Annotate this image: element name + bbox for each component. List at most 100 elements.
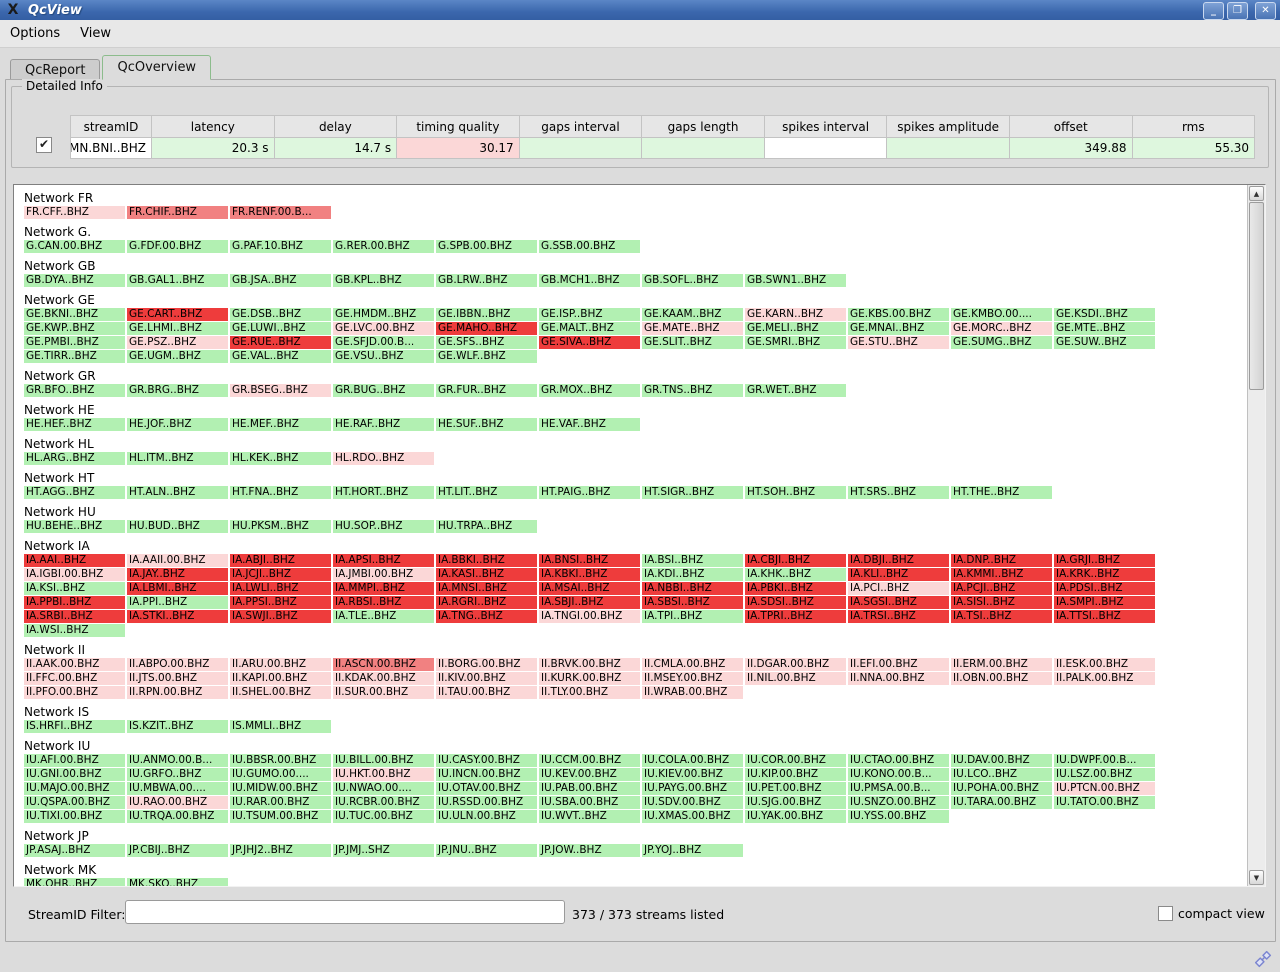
- stream-cell[interactable]: IA.SWJI..BHZ: [230, 610, 331, 623]
- stream-cell[interactable]: IU.HKT.00.BHZ: [333, 768, 434, 781]
- stream-cell[interactable]: IA.JAY..BHZ: [127, 568, 228, 581]
- stream-cell[interactable]: GE.SFJD.00.B...: [333, 336, 434, 349]
- stream-cell[interactable]: IA.KLI..BHZ: [848, 568, 949, 581]
- compact-view-checkbox[interactable]: [1158, 906, 1173, 921]
- stream-cell[interactable]: IU.COR.00.BHZ: [745, 754, 846, 767]
- title-bar[interactable]: X QcView _ ❐ ✕: [0, 0, 1280, 20]
- stream-cell[interactable]: FR.CFF..BHZ: [24, 206, 125, 219]
- stream-cell[interactable]: IU.LSZ.00.BHZ: [1054, 768, 1155, 781]
- stream-cell[interactable]: IU.DWPF.00.B...: [1054, 754, 1155, 767]
- stream-cell[interactable]: HU.BEHE..BHZ: [24, 520, 125, 533]
- stream-cell[interactable]: IU.TIXI.00.BHZ: [24, 810, 125, 823]
- stream-cell[interactable]: IU.XMAS.00.BHZ: [642, 810, 743, 823]
- stream-cell[interactable]: GE.TIRR..BHZ: [24, 350, 125, 363]
- stream-cell[interactable]: II.AAK.00.BHZ: [24, 658, 125, 671]
- stream-cell[interactable]: HL.ARG..BHZ: [24, 452, 125, 465]
- stream-cell[interactable]: IU.ULN.00.BHZ: [436, 810, 537, 823]
- stream-cell[interactable]: IA.KRK..BHZ: [1054, 568, 1155, 581]
- stream-cell[interactable]: II.CMLA.00.BHZ: [642, 658, 743, 671]
- stream-cell[interactable]: GR.BFO..BHZ: [24, 384, 125, 397]
- stream-cell[interactable]: GE.KMBO.00....: [951, 308, 1052, 321]
- stream-cell[interactable]: IA.LBMI..BHZ: [127, 582, 228, 595]
- stream-cell[interactable]: GE.MNAI..BHZ: [848, 322, 949, 335]
- stream-cell[interactable]: HL.ITM..BHZ: [127, 452, 228, 465]
- stream-cell[interactable]: II.NIL.00.BHZ: [745, 672, 846, 685]
- stream-cell[interactable]: IA.KASI..BHZ: [436, 568, 537, 581]
- stream-cell[interactable]: JP.JOW..BHZ: [539, 844, 640, 857]
- stream-cell[interactable]: GE.IBBN..BHZ: [436, 308, 537, 321]
- stream-cell[interactable]: IU.MBWA.00....: [127, 782, 228, 795]
- stream-cell[interactable]: II.BORG.00.BHZ: [436, 658, 537, 671]
- stream-cell[interactable]: IU.SNZO.00.BHZ: [848, 796, 949, 809]
- stream-cell[interactable]: HU.BUD..BHZ: [127, 520, 228, 533]
- stream-cell[interactable]: GE.VSU..BHZ: [333, 350, 434, 363]
- stream-cell[interactable]: FR.RENF.00.B...: [230, 206, 331, 219]
- stream-cell[interactable]: HE.HEF..BHZ: [24, 418, 125, 431]
- stream-cell[interactable]: IU.COLA.00.BHZ: [642, 754, 743, 767]
- stream-cell[interactable]: IU.MAJO.00.BHZ: [24, 782, 125, 795]
- stream-cell[interactable]: HE.VAF..BHZ: [539, 418, 640, 431]
- stream-cell[interactable]: IA.BSI..BHZ: [642, 554, 743, 567]
- stream-cell[interactable]: MK.OHR..BHZ: [24, 878, 125, 886]
- stream-cell[interactable]: GE.UGM..BHZ: [127, 350, 228, 363]
- stream-cell[interactable]: GB.SOFL..BHZ: [642, 274, 743, 287]
- stream-cell[interactable]: IU.TSUM.00.BHZ: [230, 810, 331, 823]
- stream-cell[interactable]: GE.MORC..BHZ: [951, 322, 1052, 335]
- stream-cell[interactable]: IU.INCN.00.BHZ: [436, 768, 537, 781]
- stream-cell[interactable]: IA.MMPI..BHZ: [333, 582, 434, 595]
- stream-cell[interactable]: IU.PET.00.BHZ: [745, 782, 846, 795]
- stream-cell[interactable]: G.SPB.00.BHZ: [436, 240, 537, 253]
- stream-cell[interactable]: IA.PCJI..BHZ: [951, 582, 1052, 595]
- stream-cell[interactable]: II.SHEL.00.BHZ: [230, 686, 331, 699]
- stream-cell[interactable]: IA.TLE..BHZ: [333, 610, 434, 623]
- stream-cell[interactable]: GR.BRG..BHZ: [127, 384, 228, 397]
- stream-cell[interactable]: GE.DSB..BHZ: [230, 308, 331, 321]
- stream-cell[interactable]: G.CAN.00.BHZ: [24, 240, 125, 253]
- stream-cell[interactable]: IU.YSS.00.BHZ: [848, 810, 949, 823]
- stream-cell[interactable]: IA.JCJI..BHZ: [230, 568, 331, 581]
- menu-options[interactable]: Options: [0, 20, 70, 47]
- stream-cell[interactable]: IU.BILL.00.BHZ: [333, 754, 434, 767]
- stream-cell[interactable]: II.PFO.00.BHZ: [24, 686, 125, 699]
- stream-cell[interactable]: II.ERM.00.BHZ: [951, 658, 1052, 671]
- stream-cell[interactable]: IA.MNSI..BHZ: [436, 582, 537, 595]
- stream-cell[interactable]: JP.JMJ..SHZ: [333, 844, 434, 857]
- stream-cell[interactable]: IA.RBSI..BHZ: [333, 596, 434, 609]
- stream-cell[interactable]: IS.HRFI..BHZ: [24, 720, 125, 733]
- stream-cell[interactable]: HL.KEK..BHZ: [230, 452, 331, 465]
- stream-cell[interactable]: HE.JOF..BHZ: [127, 418, 228, 431]
- stream-cell[interactable]: IU.WVT..BHZ: [539, 810, 640, 823]
- stream-cell[interactable]: II.OBN.00.BHZ: [951, 672, 1052, 685]
- stream-cell[interactable]: GE.LUWI..BHZ: [230, 322, 331, 335]
- stream-cell[interactable]: IA.SBJI..BHZ: [539, 596, 640, 609]
- stream-cell[interactable]: GR.WET..BHZ: [745, 384, 846, 397]
- stream-cell[interactable]: HT.ALN..BHZ: [127, 486, 228, 499]
- stream-cell[interactable]: IA.KMMI..BHZ: [951, 568, 1052, 581]
- stream-cell[interactable]: JP.YOJ..BHZ: [642, 844, 743, 857]
- stream-cell[interactable]: II.BRVK.00.BHZ: [539, 658, 640, 671]
- minimize-button[interactable]: _: [1203, 2, 1224, 20]
- stream-cell[interactable]: IU.SJG.00.BHZ: [745, 796, 846, 809]
- stream-cell[interactable]: GR.TNS..BHZ: [642, 384, 743, 397]
- stream-cell[interactable]: IA.LWLI..BHZ: [230, 582, 331, 595]
- stream-cell[interactable]: IU.GUMO.00....: [230, 768, 331, 781]
- stream-cell[interactable]: IU.CCM.00.BHZ: [539, 754, 640, 767]
- stream-cell[interactable]: II.TLY.00.BHZ: [539, 686, 640, 699]
- stream-cell[interactable]: IA.PCI..BHZ: [848, 582, 949, 595]
- stream-cell[interactable]: GB.SWN1..BHZ: [745, 274, 846, 287]
- stream-cell[interactable]: IA.GRJI..BHZ: [1054, 554, 1155, 567]
- stream-cell[interactable]: GE.KSDI..BHZ: [1054, 308, 1155, 321]
- stream-cell[interactable]: GE.BKNI..BHZ: [24, 308, 125, 321]
- stream-cell[interactable]: GE.LHMI..BHZ: [127, 322, 228, 335]
- stream-cell[interactable]: HU.TRPA..BHZ: [436, 520, 537, 533]
- menu-view[interactable]: View: [70, 20, 121, 47]
- stream-cell[interactable]: IA.TNG..BHZ: [436, 610, 537, 623]
- stream-cell[interactable]: JP.CBIJ..BHZ: [127, 844, 228, 857]
- stream-cell[interactable]: II.JTS.00.BHZ: [127, 672, 228, 685]
- stream-cell[interactable]: IU.DAV.00.BHZ: [951, 754, 1052, 767]
- stream-cell[interactable]: IU.BBSR.00.BHZ: [230, 754, 331, 767]
- stream-cell[interactable]: IA.TNGI.00.BHZ: [539, 610, 640, 623]
- stream-cell[interactable]: II.ESK.00.BHZ: [1054, 658, 1155, 671]
- stream-cell[interactable]: HU.SOP..BHZ: [333, 520, 434, 533]
- stream-cell[interactable]: JP.JHJ2..BHZ: [230, 844, 331, 857]
